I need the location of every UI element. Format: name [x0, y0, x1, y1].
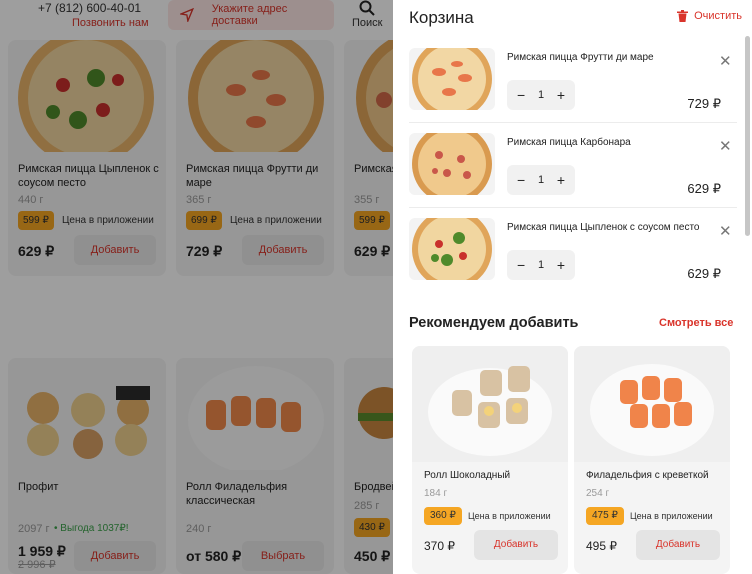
divider — [409, 122, 737, 123]
cart-item: Римская пицца Карбонара ✕ − 1 + 629 ₽ — [409, 133, 737, 217]
clear-label: Очистить — [694, 10, 742, 22]
quantity-stepper: − 1 + — [507, 80, 575, 110]
item-image — [409, 48, 495, 110]
app-price-label: Цена в приложении — [630, 511, 713, 521]
app-price-badge: 475 ₽ — [586, 507, 624, 525]
item-name[interactable]: Римская пицца Фрутти ди маре — [507, 52, 707, 63]
recommend-weight: 254 г — [586, 488, 610, 499]
app-price-badge: 360 ₽ — [424, 507, 462, 525]
recommend-weight: 184 г — [424, 488, 448, 499]
item-image — [409, 133, 495, 195]
trash-icon — [677, 10, 689, 22]
remove-item-icon[interactable]: ✕ — [719, 139, 732, 154]
cart-item: Римская пицца Фрутти ди маре ✕ − 1 + 729… — [409, 48, 737, 132]
item-price: 729 ₽ — [687, 96, 721, 111]
item-image — [409, 218, 495, 280]
decrease-button[interactable]: − — [517, 87, 525, 103]
cart-item: Римская пицца Цыпленок с соусом песто ✕ … — [409, 218, 737, 302]
decrease-button[interactable]: − — [517, 172, 525, 188]
item-price: 629 ₽ — [687, 181, 721, 196]
recommend-image[interactable] — [412, 346, 568, 462]
recommend-image[interactable] — [574, 346, 730, 462]
remove-item-icon[interactable]: ✕ — [719, 54, 732, 69]
remove-item-icon[interactable]: ✕ — [719, 224, 732, 239]
item-name[interactable]: Римская пицца Карбонара — [507, 137, 707, 148]
decrease-button[interactable]: − — [517, 257, 525, 273]
clear-cart-button[interactable]: Очистить — [677, 10, 742, 22]
increase-button[interactable]: + — [557, 257, 565, 273]
recommend-name[interactable]: Филадельфия с креветкой — [586, 470, 709, 481]
item-name[interactable]: Римская пицца Цыпленок с соусом песто — [507, 222, 707, 233]
cart-panel: Корзина Очистить Римская пицца Фрутти ди… — [393, 0, 752, 574]
increase-button[interactable]: + — [557, 172, 565, 188]
item-price: 629 ₽ — [687, 266, 721, 281]
recommend-price: 370 ₽ — [424, 539, 455, 553]
recommend-card[interactable]: Филадельфия с креветкой 254 г 475 ₽ Цена… — [574, 346, 730, 574]
quantity-value: 1 — [537, 89, 545, 101]
increase-button[interactable]: + — [557, 87, 565, 103]
scrollbar[interactable] — [745, 36, 750, 236]
quantity-stepper: − 1 + — [507, 165, 575, 195]
recommend-name[interactable]: Ролл Шоколадный — [424, 470, 510, 481]
add-button[interactable]: Добавить — [636, 530, 720, 560]
see-all-link[interactable]: Смотреть все — [659, 317, 733, 329]
quantity-value: 1 — [537, 259, 545, 271]
cart-title: Корзина — [409, 8, 474, 27]
divider — [409, 207, 737, 208]
quantity-stepper: − 1 + — [507, 250, 575, 280]
add-button[interactable]: Добавить — [474, 530, 558, 560]
recommend-title: Рекомендуем добавить — [409, 315, 579, 331]
quantity-value: 1 — [537, 174, 545, 186]
app-price-label: Цена в приложении — [468, 511, 551, 521]
recommend-price: 495 ₽ — [586, 539, 617, 553]
recommend-card[interactable]: Ролл Шоколадный 184 г 360 ₽ Цена в прило… — [412, 346, 568, 574]
modal-backdrop[interactable] — [0, 0, 393, 574]
